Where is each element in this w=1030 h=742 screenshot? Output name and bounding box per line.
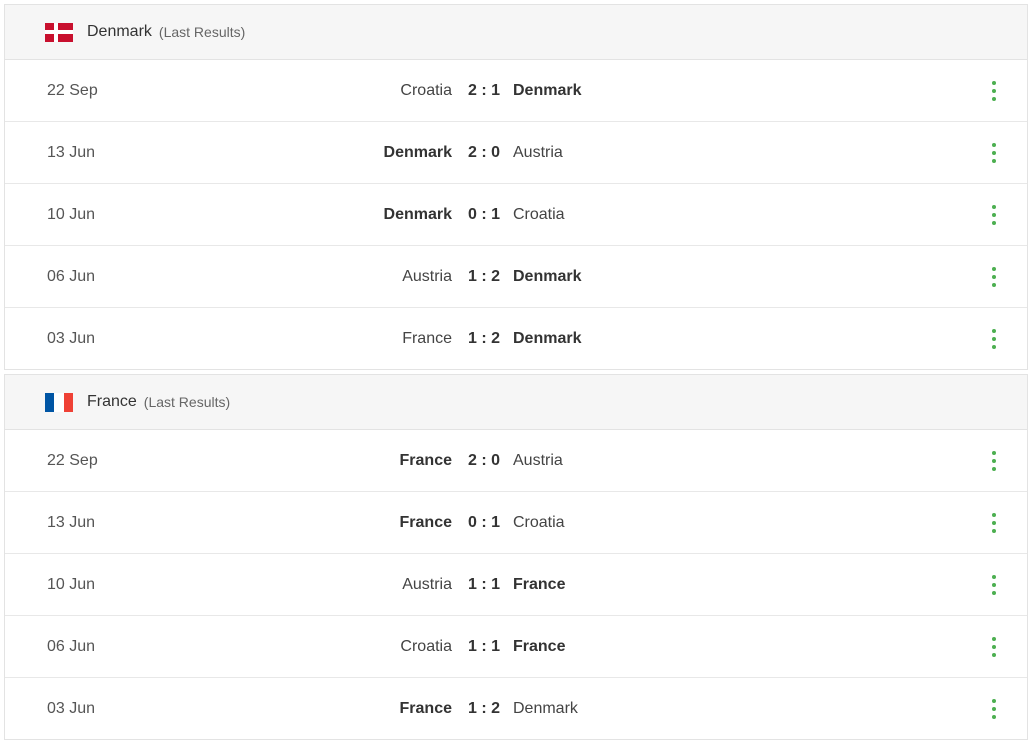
match-row[interactable]: 06 Jun Croatia 1 : 1 France xyxy=(5,616,1027,678)
more-options-icon[interactable] xyxy=(987,81,1001,101)
away-team: Denmark xyxy=(513,330,582,347)
home-team: France xyxy=(399,700,452,717)
home-team: France xyxy=(402,330,452,347)
match-score: 1 : 1 xyxy=(468,575,501,593)
away-team: Austria xyxy=(513,451,563,469)
away-team: France xyxy=(513,575,566,593)
more-options-icon[interactable] xyxy=(987,575,1001,595)
match-row[interactable]: 03 Jun France 1 : 2 Denmark xyxy=(5,678,1027,740)
match-date: 13 Jun xyxy=(47,143,96,161)
home-team: Austria xyxy=(402,267,452,285)
more-options-icon[interactable] xyxy=(987,329,1001,349)
match-row[interactable]: 03 Jun France 1 : 2 Denmark xyxy=(5,308,1027,370)
team-results-section: France (Last Results) 22 Sep France 2 : 0 A… xyxy=(4,374,1028,740)
france-flag-icon xyxy=(45,392,73,412)
away-team: Austria xyxy=(513,143,563,161)
match-date: 10 Jun xyxy=(47,575,96,593)
match-row[interactable]: 10 Jun Austria 1 : 1 France xyxy=(5,554,1027,616)
match-row[interactable]: 22 Sep France 2 : 0 Austria xyxy=(5,430,1027,492)
match-date: 03 Jun xyxy=(47,700,96,717)
match-date: 22 Sep xyxy=(47,451,98,469)
away-team: Croatia xyxy=(513,513,565,531)
team-name: France xyxy=(87,393,137,410)
away-team: Croatia xyxy=(513,205,565,223)
match-row[interactable]: 22 Sep Croatia 2 : 1 Denmark xyxy=(5,60,1027,122)
more-options-icon[interactable] xyxy=(987,205,1001,225)
match-score: 1 : 2 xyxy=(468,330,501,347)
more-options-icon[interactable] xyxy=(987,267,1001,287)
home-team: Austria xyxy=(402,575,452,593)
more-options-icon[interactable] xyxy=(987,699,1001,719)
home-team: Denmark xyxy=(383,205,452,223)
match-score: 1 : 2 xyxy=(468,267,501,285)
match-list: 22 Sep France 2 : 0 Austria 13 Jun France 0 : … xyxy=(5,430,1027,740)
match-score: 2 : 0 xyxy=(468,451,501,469)
match-score: 2 : 1 xyxy=(468,81,501,99)
home-team: France xyxy=(399,513,452,531)
match-score: 1 : 1 xyxy=(468,637,501,655)
section-header: France (Last Results) xyxy=(5,375,1027,430)
home-team: Croatia xyxy=(400,81,452,99)
match-score: 0 : 1 xyxy=(468,513,501,531)
match-score: 2 : 0 xyxy=(468,143,501,161)
last-results-panel: Denmark (Last Results) 22 Sep Croatia 2 : … xyxy=(0,0,1030,742)
home-team: France xyxy=(399,451,452,469)
match-date: 10 Jun xyxy=(47,205,96,223)
more-options-icon[interactable] xyxy=(987,513,1001,533)
home-team: Denmark xyxy=(383,143,452,161)
match-score: 0 : 1 xyxy=(468,205,501,223)
match-row[interactable]: 06 Jun Austria 1 : 2 Denmark xyxy=(5,246,1027,308)
away-team: Denmark xyxy=(513,267,582,285)
header-note: (Last Results) xyxy=(158,24,246,40)
match-date: 13 Jun xyxy=(47,513,96,531)
match-score: 1 : 2 xyxy=(468,700,501,717)
match-date: 06 Jun xyxy=(47,267,96,285)
team-name: Denmark xyxy=(87,23,152,40)
more-options-icon[interactable] xyxy=(987,143,1001,163)
away-team: Denmark xyxy=(513,700,578,717)
more-options-icon[interactable] xyxy=(987,637,1001,657)
denmark-flag-icon xyxy=(45,22,73,42)
match-row[interactable]: 13 Jun France 0 : 1 Croatia xyxy=(5,492,1027,554)
away-team: France xyxy=(513,637,566,655)
away-team: Denmark xyxy=(513,81,582,99)
home-team: Croatia xyxy=(400,637,452,655)
match-row[interactable]: 13 Jun Denmark 2 : 0 Austria xyxy=(5,122,1027,184)
team-results-section: Denmark (Last Results) 22 Sep Croatia 2 : … xyxy=(4,4,1028,370)
header-note: (Last Results) xyxy=(143,394,231,410)
more-options-icon[interactable] xyxy=(987,451,1001,471)
match-row[interactable]: 10 Jun Denmark 0 : 1 Croatia xyxy=(5,184,1027,246)
match-list: 22 Sep Croatia 2 : 1 Denmark 13 Jun Denmark 2 … xyxy=(5,60,1027,370)
section-header: Denmark (Last Results) xyxy=(5,5,1027,60)
match-date: 03 Jun xyxy=(47,330,96,347)
match-date: 06 Jun xyxy=(47,637,96,655)
match-date: 22 Sep xyxy=(47,81,98,99)
